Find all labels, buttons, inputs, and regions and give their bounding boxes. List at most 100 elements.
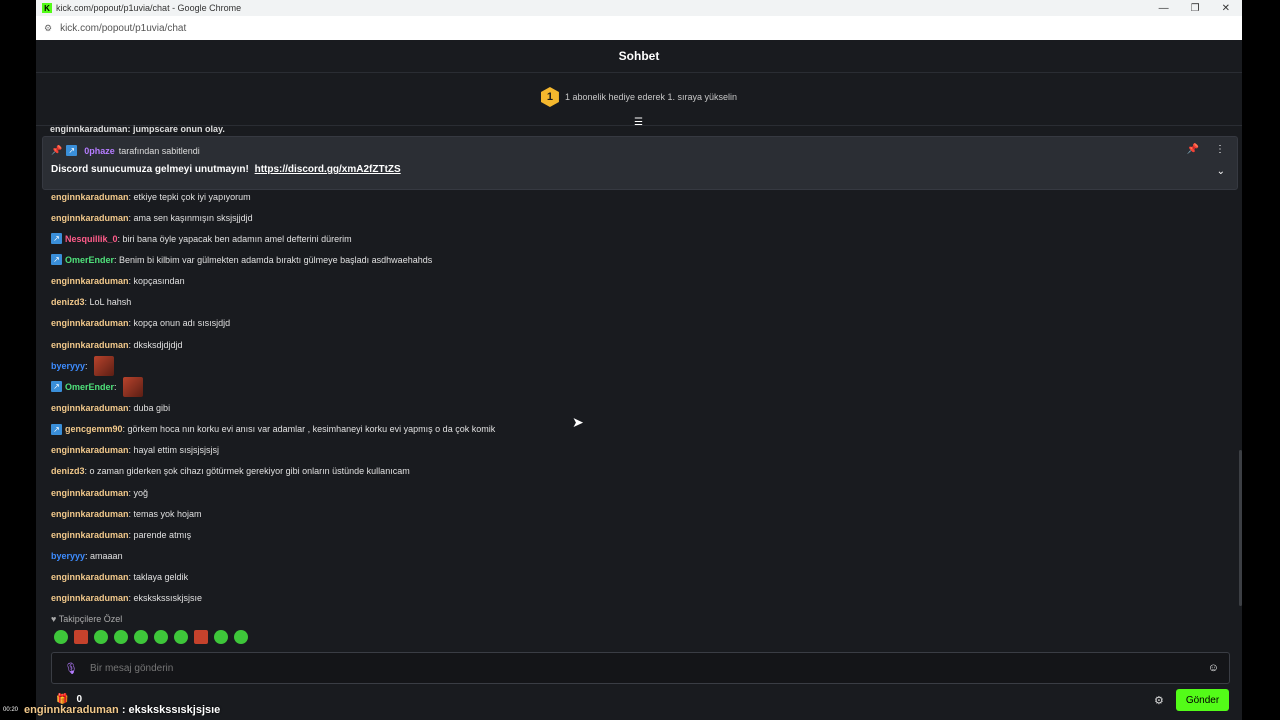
emote-icon[interactable] (214, 630, 228, 644)
chat-message: enginnkaraduman: kopçasından (51, 271, 1231, 292)
restore-button[interactable]: ❐ (1191, 3, 1200, 14)
chat-text: ama sen kaşınmışın sksjsjjdjd (133, 212, 253, 223)
chat-message: enginnkaraduman: ama sen kaşınmışın sksj… (51, 207, 1231, 228)
address-bar[interactable]: ⚙ kick.com/popout/p1uvia/chat (36, 16, 1242, 40)
chat-message: enginnkaraduman: parende atmış (51, 524, 1231, 545)
emote-icon[interactable] (154, 630, 168, 644)
overlay-message: enginnkaraduman : ekskskssıskjsjsıe (24, 704, 220, 716)
chat-app: Sohbet 1 1 abonelik hediye ederek 1. sır… (36, 40, 1242, 720)
chat-username[interactable]: enginnkaraduman (51, 593, 129, 603)
chat-message: enginnkaraduman: yoğ (51, 482, 1231, 503)
chat-username[interactable]: byeryyy (51, 361, 85, 371)
pinned-link[interactable]: https://discord.gg/xmA2fZTtZS (255, 164, 401, 175)
chat-message: denizd3: LoL hahsh (51, 292, 1231, 313)
chat-message: ↗ OmerEnder: (51, 376, 1231, 397)
pinned-message[interactable]: 📌 ↗ 0phaze tarafından sabitlendi Discord… (42, 136, 1238, 190)
followers-only-label: ♥ Takipçilere Özel (51, 614, 122, 624)
chat-text: yoğ (133, 487, 149, 498)
gear-icon[interactable]: ⚙ (1154, 694, 1164, 707)
chat-username[interactable]: enginnkaraduman (51, 318, 129, 328)
chat-text: görkem hoca nın korku evi anısı var adam… (127, 424, 496, 435)
chevron-down-icon[interactable]: ⌄ (1217, 166, 1225, 177)
emoji-icon[interactable]: ☺ (1208, 662, 1219, 674)
chat-username[interactable]: enginnkaraduman (51, 572, 129, 582)
chat-username[interactable]: enginnkaraduman (51, 445, 129, 455)
site-settings-icon[interactable]: ⚙ (44, 23, 52, 34)
close-button[interactable]: ✕ (1222, 3, 1230, 14)
emote-icon[interactable] (114, 630, 128, 644)
colon-separator: : (114, 381, 120, 392)
emote-icon[interactable] (94, 630, 108, 644)
chat-message: ↗ Nesquillik_0: biri bana öyle yapacak be… (51, 228, 1231, 249)
emote-icon[interactable] (94, 355, 115, 376)
more-options-icon[interactable]: ⋮ (1215, 144, 1225, 155)
chat-message: enginnkaraduman: temas yok hojam (51, 503, 1231, 524)
chat-username[interactable]: enginnkaraduman (51, 488, 129, 498)
subscriber-badge-icon: ↗ (51, 254, 62, 266)
emote-icon[interactable] (74, 630, 88, 644)
send-button[interactable]: Gönder (1176, 689, 1229, 711)
message-input-box[interactable]: 🎙 ☺ (51, 652, 1230, 684)
chat-username[interactable]: OmerEnder (65, 255, 114, 265)
emote-icon[interactable] (134, 630, 148, 644)
emote-row (54, 630, 248, 644)
scrollbar[interactable] (1239, 450, 1242, 606)
chat-text: kopçasından (133, 276, 185, 287)
emote-icon[interactable] (234, 630, 248, 644)
chat-username[interactable]: enginnkaraduman (51, 213, 129, 223)
chat-text: duba gibi (133, 402, 171, 413)
emote-icon[interactable] (54, 630, 68, 644)
chat-message: enginnkaraduman: kopça onun adı sısısjdj… (51, 313, 1231, 334)
chat-username[interactable]: gencgemm90 (65, 424, 123, 434)
chat-message: enginnkaraduman: etkiye tepki çok iyi ya… (51, 186, 1231, 207)
chat-message: ↗ OmerEnder: Benim bi kilbim var gülmekte… (51, 249, 1231, 270)
subscriber-badge-icon: ↗ (51, 381, 62, 393)
partial-message: enginnkaraduman: jumpscare onun olay. (50, 124, 225, 134)
chat-username[interactable]: enginnkaraduman (51, 276, 129, 286)
chat-text: biri bana öyle yapacak ben adamın amel d… (122, 233, 352, 244)
message-input[interactable] (87, 661, 1208, 675)
kick-logo-icon: K (42, 3, 52, 13)
chat-username[interactable]: enginnkaraduman (51, 530, 129, 540)
colon-separator: : (85, 360, 91, 371)
overlay-time: 00:20 (3, 707, 19, 713)
chat-username[interactable]: enginnkaraduman (51, 509, 129, 519)
chat-message: enginnkaraduman: taklaya geldik (51, 567, 1231, 588)
unpin-icon[interactable]: 📌 (1187, 144, 1199, 155)
overlay-text: : ekskskssıskjsjsıe (121, 704, 221, 716)
chat-title: Sohbet (618, 49, 660, 63)
mouse-cursor-icon: ➤ (572, 414, 584, 430)
pinned-by: 📌 ↗ 0phaze tarafından sabitlendi (51, 145, 200, 156)
chat-username[interactable]: denizd3 (51, 466, 85, 476)
collapse-icon[interactable]: ☰ (634, 117, 643, 128)
chat-message: enginnkaraduman: hayal ettim sısjsjsjsjs… (51, 440, 1231, 461)
chat-text: ekskskssıskjsjsıe (133, 593, 203, 604)
subscriber-badge-icon: ↗ (51, 233, 62, 245)
chat-username[interactable]: byeryyy (51, 551, 85, 561)
video-overlay: 00:20 enginnkaraduman : ekskskssıskjsjsı… (0, 700, 220, 720)
emote-icon[interactable] (123, 376, 144, 397)
chat-text: Benim bi kilbim var gülmekten adamda bır… (119, 254, 433, 265)
microphone-icon[interactable]: 🎙 (64, 662, 78, 675)
rank-badge-icon: 1 (540, 87, 559, 107)
chat-text: LoL hahsh (89, 297, 132, 308)
chat-username[interactable]: enginnkaraduman (51, 340, 129, 350)
chat-text: o zaman giderken şok cihazı götürmek ger… (89, 466, 410, 477)
chat-message: byeryyy: (51, 355, 1231, 376)
gift-leaderboard-bar[interactable]: 1 1 abonelik hediye ederek 1. sıraya yük… (36, 73, 1242, 121)
chat-username[interactable]: OmerEnder (65, 382, 114, 392)
chat-text: temas yok hojam (133, 508, 202, 519)
chat-username[interactable]: denizd3 (51, 297, 85, 307)
heart-icon: ♥ (51, 614, 57, 624)
chat-username[interactable]: enginnkaraduman (51, 403, 129, 413)
message-list: enginnkaraduman: etkiye tepki çok iyi ya… (51, 186, 1231, 609)
chat-username[interactable]: Nesquillik_0 (65, 234, 118, 244)
chat-message: enginnkaraduman: ekskskssıskjsjsıe (51, 588, 1231, 609)
emote-icon[interactable] (174, 630, 188, 644)
url-text[interactable]: kick.com/popout/p1uvia/chat (60, 23, 186, 34)
chat-message: byeryyy: amaaan (51, 545, 1231, 566)
minimize-button[interactable]: — (1159, 3, 1169, 14)
pinned-author[interactable]: 0phaze (84, 146, 115, 156)
chat-username[interactable]: enginnkaraduman (51, 192, 129, 202)
emote-icon[interactable] (194, 630, 208, 644)
